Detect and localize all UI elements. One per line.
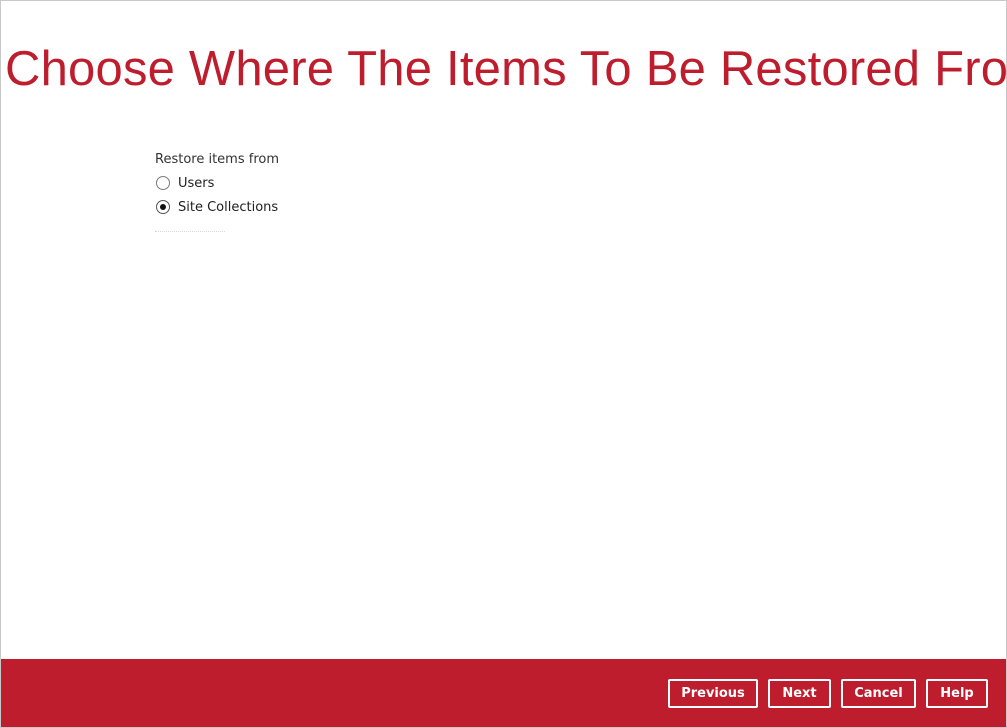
focus-indicator [155, 231, 225, 232]
help-button[interactable]: Help [926, 679, 988, 708]
radio-selected-dot [160, 204, 166, 210]
radio-option-site-collections[interactable]: Site Collections [155, 195, 455, 219]
cancel-button[interactable]: Cancel [841, 679, 916, 708]
wizard-window: Choose Where The Items To Be Restored Fr… [0, 0, 1007, 728]
restore-source-label: Restore items from [155, 152, 279, 167]
previous-button[interactable]: Previous [668, 679, 758, 708]
page-title: Choose Where The Items To Be Restored Fr… [5, 42, 1007, 96]
next-button[interactable]: Next [768, 679, 831, 708]
restore-source-group: Restore items from Users Site Collection… [155, 151, 455, 219]
radio-label-users[interactable]: Users [178, 176, 214, 191]
footer-bar: Previous Next Cancel Help [1, 659, 1006, 727]
radio-button-users[interactable] [156, 176, 170, 190]
radio-label-site-collections[interactable]: Site Collections [178, 200, 278, 215]
radio-button-site-collections[interactable] [156, 200, 170, 214]
radio-option-users[interactable]: Users [155, 171, 455, 195]
